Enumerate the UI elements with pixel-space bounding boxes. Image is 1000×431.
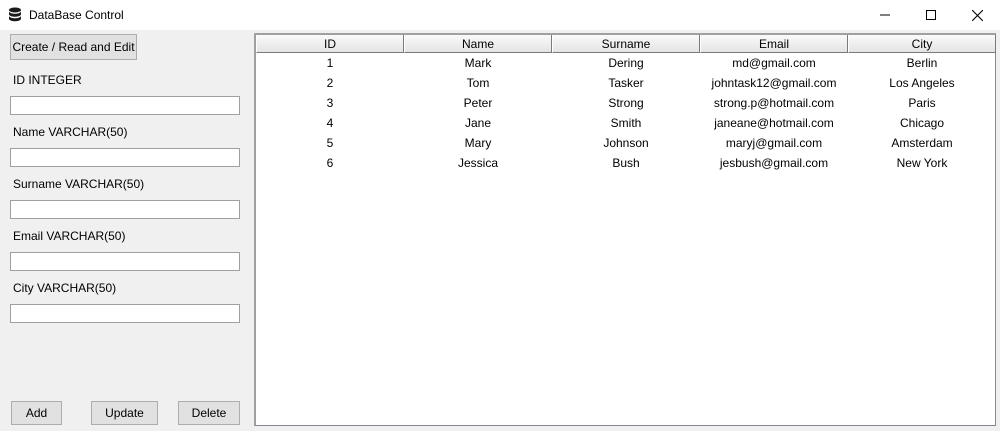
cell-name: Mary xyxy=(464,136,492,150)
window-title: DataBase Control xyxy=(29,8,124,22)
cell-id: 3 xyxy=(326,96,334,110)
cell-city: Paris xyxy=(908,96,936,110)
cell-city: Los Angeles xyxy=(889,76,955,90)
cell-surname: Bush xyxy=(612,156,640,170)
cell-surname: Tasker xyxy=(608,76,644,90)
column-header-city[interactable]: City xyxy=(848,35,996,53)
city-input[interactable] xyxy=(10,304,240,323)
cell-city: Amsterdam xyxy=(891,136,953,150)
maximize-button[interactable] xyxy=(908,0,954,30)
cell-city: Chicago xyxy=(899,116,945,130)
add-button[interactable]: Add xyxy=(11,401,62,425)
table-body: 1 Mark Dering md@gmail.com Berlin 2 Tom … xyxy=(256,53,996,173)
cell-email: johntask12@gmail.com xyxy=(711,76,837,90)
cell-id: 2 xyxy=(326,76,334,90)
cell-name: Jane xyxy=(464,116,492,130)
cell-email: janeane@hotmail.com xyxy=(714,116,834,130)
table-row[interactable]: 4 Jane Smith janeane@hotmail.com Chicago xyxy=(256,113,996,133)
window-bottom-edge xyxy=(0,426,1000,431)
name-label: Name VARCHAR(50) xyxy=(13,125,128,139)
email-input[interactable] xyxy=(10,252,240,271)
cell-city: New York xyxy=(896,156,948,170)
id-label: ID INTEGER xyxy=(13,73,82,87)
cell-id: 4 xyxy=(326,116,334,130)
email-label: Email VARCHAR(50) xyxy=(13,229,126,243)
title-bar: DataBase Control xyxy=(0,0,1000,30)
cell-name: Mark xyxy=(464,56,492,70)
table-header: ID Name Surname Email City xyxy=(256,35,996,53)
table-row[interactable]: 1 Mark Dering md@gmail.com Berlin xyxy=(256,53,996,73)
cell-id: 5 xyxy=(326,136,334,150)
column-header-name[interactable]: Name xyxy=(404,35,552,53)
name-input[interactable] xyxy=(10,148,240,167)
records-table[interactable]: ID Name Surname Email City 1 Mark Dering… xyxy=(254,33,996,426)
cell-name: Jessica xyxy=(457,156,498,170)
close-button[interactable] xyxy=(954,0,1000,30)
surname-label: Surname VARCHAR(50) xyxy=(13,177,145,191)
column-header-surname[interactable]: Surname xyxy=(552,35,700,53)
cell-name: Peter xyxy=(463,96,493,110)
table-row[interactable]: 3 Peter Strong strong.p@hotmail.com Pari… xyxy=(256,93,996,113)
update-button[interactable]: Update xyxy=(91,401,158,425)
mode-button[interactable]: Create / Read and Edit xyxy=(10,34,137,60)
surname-input[interactable] xyxy=(10,200,240,219)
cell-surname: Strong xyxy=(608,96,644,110)
cell-surname: Smith xyxy=(610,116,642,130)
database-icon xyxy=(9,7,21,22)
maximize-icon xyxy=(926,10,936,20)
cell-id: 1 xyxy=(326,56,334,70)
table-row[interactable]: 5 Mary Johnson maryj@gmail.com Amsterdam xyxy=(256,133,996,153)
minimize-button[interactable] xyxy=(862,0,908,30)
delete-button[interactable]: Delete xyxy=(178,401,240,425)
close-icon xyxy=(971,9,983,21)
table-row[interactable]: 2 Tom Tasker johntask12@gmail.com Los An… xyxy=(256,73,996,93)
column-header-email[interactable]: Email xyxy=(700,35,848,53)
cell-id: 6 xyxy=(326,156,334,170)
city-label: City VARCHAR(50) xyxy=(13,281,117,295)
cell-email: strong.p@hotmail.com xyxy=(713,96,835,110)
cell-name: Tom xyxy=(466,76,490,90)
table-row[interactable]: 6 Jessica Bush jesbush@gmail.com New Yor… xyxy=(256,153,996,173)
minimize-icon xyxy=(880,14,890,16)
cell-email: maryj@gmail.com xyxy=(725,136,823,150)
cell-email: md@gmail.com xyxy=(732,56,816,70)
cell-surname: Dering xyxy=(608,56,644,70)
column-header-id[interactable]: ID xyxy=(256,35,404,53)
cell-city: Berlin xyxy=(906,56,938,70)
form-panel: Create / Read and Edit ID INTEGER Name V… xyxy=(0,30,250,431)
cell-email: jesbush@gmail.com xyxy=(719,156,829,170)
id-input[interactable] xyxy=(10,96,240,115)
cell-surname: Johnson xyxy=(603,136,649,150)
